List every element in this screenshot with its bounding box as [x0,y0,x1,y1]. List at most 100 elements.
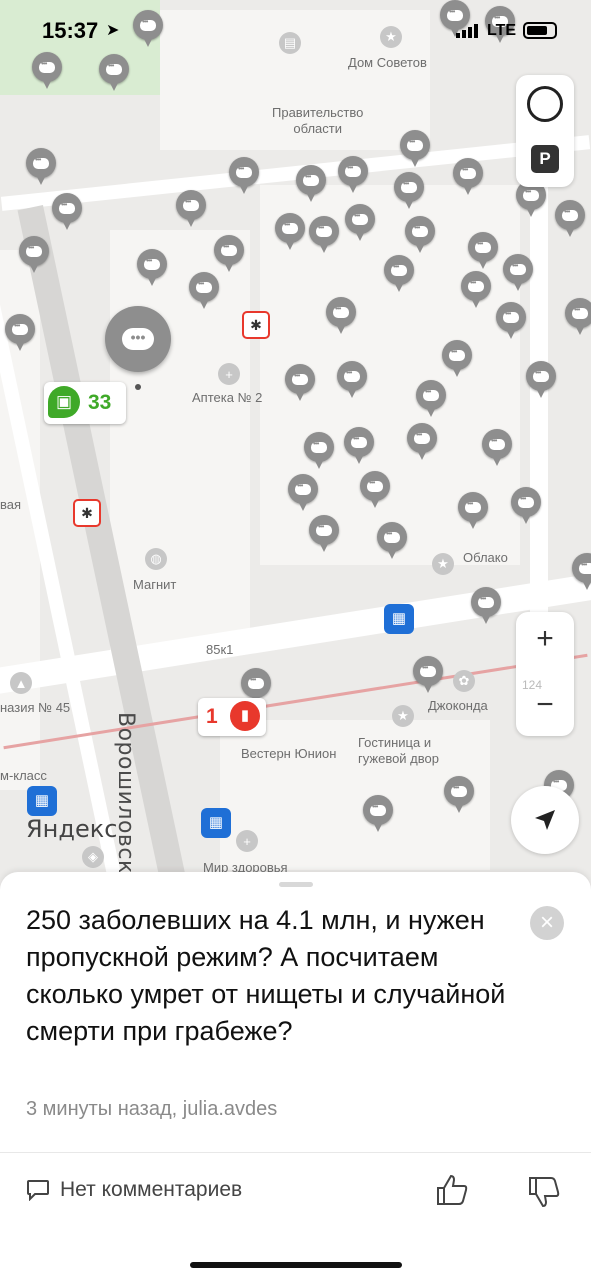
comment-pin[interactable] [5,314,35,351]
post-text: 250 заболевших на 4.1 млн, и нужен пропу… [26,905,506,1046]
thumb-down-icon[interactable] [526,1174,562,1210]
transit-stop-icon[interactable]: ▦ [201,808,231,838]
lotus-poi-icon: ✿ [453,670,475,692]
comment-pin[interactable] [52,193,82,230]
post-meta: 3 минуты назад, julia.avdes [26,1098,278,1120]
label-apteka: Аптека № 2 [192,390,263,405]
label-85k1: 85к1 [206,642,234,657]
comment-icon: ••• [122,328,154,350]
comment-pin[interactable] [326,297,356,334]
comment-pin[interactable] [309,515,339,552]
label-class: м-класс [0,768,47,783]
thumb-up-icon[interactable] [434,1172,470,1208]
my-location-button[interactable] [511,786,579,854]
comment-pin[interactable] [241,668,271,705]
comment-pin[interactable] [458,492,488,529]
comment-pin[interactable] [345,204,375,241]
comment-pin[interactable] [296,165,326,202]
comment-pin[interactable] [444,776,474,813]
pharmacy-poi-icon: + [236,830,258,852]
tram-route-number: 1 [206,705,218,728]
comment-pin[interactable] [214,235,244,272]
comment-pin[interactable] [496,302,526,339]
label-western-union: Вестерн Юнион [241,746,337,761]
layers-panel: P [516,75,574,187]
comment-pin[interactable] [337,361,367,398]
comment-pin[interactable] [26,148,56,185]
location-services-icon: ➤ [106,22,120,39]
divider [0,1152,591,1153]
transit-stop-icon[interactable]: ▦ [384,604,414,634]
clock: 15:37 [42,18,99,43]
comment-pin[interactable] [511,487,541,524]
comment-pin[interactable] [413,656,443,693]
comment-pin[interactable] [405,216,435,253]
home-indicator [190,1262,402,1268]
cluster-dot [135,384,141,390]
map-view[interactable]: Дом Советов Правительство области Аптека… [0,0,591,880]
comment-pin[interactable] [288,474,318,511]
road-accident-icon[interactable]: ✱ [73,499,101,527]
map-block [110,230,250,650]
battery-icon [523,22,557,39]
parking-icon[interactable]: P [531,145,559,173]
comment-pin[interactable] [526,361,556,398]
label-hotel: Гостиница и гужевой двор [358,735,439,766]
comment-pin[interactable] [338,156,368,193]
comment-pin[interactable] [416,380,446,417]
sheet-grabber[interactable] [279,882,313,887]
bus-icon: ▣ [48,386,80,418]
road-accident-icon[interactable]: ✱ [242,311,270,339]
comment-pin[interactable] [384,255,414,292]
label-vaya: вая [0,497,22,512]
comment-pin[interactable] [229,157,259,194]
traffic-icon[interactable] [527,86,563,122]
comment-pin[interactable] [360,471,390,508]
comment-pin[interactable] [442,340,472,377]
comment-pin[interactable] [555,200,585,237]
network-type: LTE [487,22,517,39]
zoom-out-button[interactable]: − [516,688,574,722]
comment-icon [27,1180,49,1201]
star-poi-icon: ★ [392,705,414,727]
comment-pin[interactable] [19,236,49,273]
label-dzhokonda: Джоконда [428,698,488,713]
zoom-in-button[interactable]: + [516,622,574,656]
comments-link[interactable]: Нет комментариев [26,1178,242,1202]
comment-pin[interactable] [304,432,334,469]
comment-pin[interactable] [468,232,498,269]
comment-pin[interactable] [461,271,491,308]
comment-pin[interactable] [453,158,483,195]
comment-pin[interactable] [400,130,430,167]
status-bar: 15:37 ➤ LTE [0,0,591,60]
comment-pin[interactable] [482,429,512,466]
comment-pin[interactable] [189,272,219,309]
comment-pin[interactable] [176,190,206,227]
map-road [0,570,591,696]
comment-pin[interactable] [407,423,437,460]
comment-pin[interactable] [503,254,533,291]
tram-icon: ▮ [230,701,260,731]
signal-icon [456,24,482,38]
comments-label: Нет комментариев [60,1178,243,1201]
bus-stop-marker[interactable]: ▣ 33 [44,382,126,424]
comment-cluster-pin[interactable]: ••• [105,306,171,372]
comment-pin[interactable] [285,364,315,401]
pharmacy-poi-icon: + [218,363,240,385]
comment-pin[interactable] [377,522,407,559]
close-button[interactable]: × [530,906,564,940]
comment-pin[interactable] [394,172,424,209]
comment-pin[interactable] [565,298,591,335]
location-arrow-icon [535,810,555,830]
bus-route-number: 33 [88,391,112,414]
transit-stop-icon[interactable]: ▦ [27,786,57,816]
tram-stop-marker[interactable]: 1 ▮ [198,698,266,736]
comment-pin[interactable] [275,213,305,250]
zoom-panel: + 124 − [516,612,574,736]
comment-pin[interactable] [344,427,374,464]
comment-pin[interactable] [309,216,339,253]
label-oblako: Облако [463,550,508,565]
comment-pin[interactable] [471,587,501,624]
comment-pin[interactable] [363,795,393,832]
comment-pin[interactable] [137,249,167,286]
